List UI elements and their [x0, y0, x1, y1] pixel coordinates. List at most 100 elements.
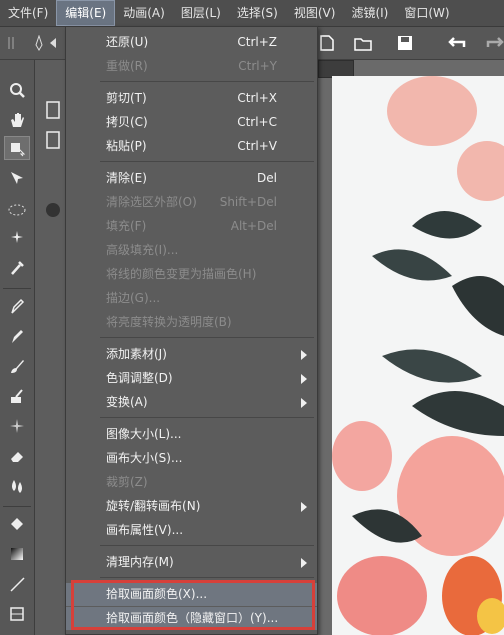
menu-item-label: 色调调整(D) — [106, 371, 173, 385]
menu-item-label: 清理内存(M) — [106, 555, 174, 569]
pen-icon[interactable] — [4, 294, 30, 318]
airbrush-icon[interactable] — [4, 384, 30, 408]
menu-item-label: 图像大小(L)... — [106, 427, 182, 441]
undo-icon[interactable] — [446, 32, 468, 54]
edit-menu-item[interactable]: 拾取画面颜色(X)... — [66, 583, 317, 606]
edit-menu-item[interactable]: 还原(U) Ctrl+Z — [66, 31, 317, 54]
eyedropper-icon[interactable] — [4, 256, 30, 280]
edit-menu-item: 裁剪(Z) — [66, 471, 317, 494]
zoom-icon[interactable] — [4, 78, 30, 102]
marker-icon[interactable] — [4, 324, 30, 348]
color-circle-icon[interactable] — [45, 200, 61, 220]
sub-tool-icon[interactable] — [45, 100, 61, 120]
menu-item-label: 裁剪(Z) — [106, 475, 148, 489]
menu-animation[interactable]: 动画(A) — [115, 0, 173, 26]
edit-menu-item: 高级填充(I)... — [66, 239, 317, 262]
menu-item-shortcut: Del — [257, 171, 277, 185]
hand-icon[interactable] — [4, 108, 30, 132]
edit-menu-item: 填充(F) Alt+Del — [66, 215, 317, 238]
edit-menu-item[interactable]: 旋转/翻转画布(N) — [66, 495, 317, 518]
submenu-arrow-icon — [301, 398, 307, 408]
blend-icon[interactable] — [4, 474, 30, 498]
save-icon[interactable] — [394, 32, 416, 54]
edit-menu-item[interactable]: 图像大小(L)... — [66, 423, 317, 446]
edit-menu-item[interactable]: 粘贴(P) Ctrl+V — [66, 135, 317, 158]
menu-separator — [100, 417, 314, 418]
menu-item-shortcut: Alt+Del — [230, 219, 277, 233]
edit-menu-item: 将亮度转换为透明度(B) — [66, 311, 317, 334]
menu-item-label: 还原(U) — [106, 35, 149, 49]
menu-view[interactable]: 视图(V) — [286, 0, 344, 26]
canvas[interactable] — [332, 76, 504, 635]
edit-menu-item: 描边(G)... — [66, 287, 317, 310]
submenu-arrow-icon — [301, 558, 307, 568]
magic-wand-icon[interactable] — [4, 226, 30, 250]
gradient-icon[interactable] — [4, 542, 30, 566]
edit-menu-dropdown: 还原(U) Ctrl+Z 重做(R) Ctrl+Y 剪切(T) Ctrl+X 拷贝(C) Ct… — [65, 26, 318, 635]
tool-panel — [0, 60, 35, 635]
frame-icon[interactable] — [4, 602, 30, 626]
menu-item-label: 画布属性(V)... — [106, 523, 184, 537]
decoration-icon[interactable] — [4, 414, 30, 438]
edit-menu-item: 将线的颜色变更为描画色(H) — [66, 263, 317, 286]
menu-item-shortcut: Ctrl+X — [237, 91, 277, 105]
menu-item-label: 填充(F) — [106, 219, 147, 233]
menu-item-shortcut: Ctrl+Y — [238, 59, 277, 73]
menu-item-shortcut: Shift+Del — [219, 195, 277, 209]
new-file-icon[interactable] — [316, 32, 338, 54]
edit-menu-item[interactable]: 拾取画面颜色（隐藏窗口）(Y)... — [66, 607, 317, 630]
edit-menu-item[interactable]: 添加素材(J) — [66, 343, 317, 366]
submenu-arrow-icon — [301, 350, 307, 360]
edit-menu-item: 清除选区外部(O) Shift+Del — [66, 191, 317, 214]
brush-icon[interactable] — [4, 354, 30, 378]
edit-menu-item: 重做(R) Ctrl+Y — [66, 55, 317, 78]
redo-icon[interactable] — [484, 32, 504, 54]
edit-menu-item[interactable]: 变换(A) — [66, 391, 317, 414]
menu-item-label: 高级填充(I)... — [106, 243, 179, 257]
sparkle-move-icon[interactable] — [4, 166, 30, 190]
menu-edit[interactable]: 编辑(E) — [56, 0, 116, 26]
menu-window[interactable]: 窗口(W) — [396, 0, 457, 26]
menu-item-label: 添加素材(J) — [106, 347, 167, 361]
edit-menu-item[interactable]: 清除(E) Del — [66, 167, 317, 190]
edit-menu-item[interactable]: 画布属性(V)... — [66, 519, 317, 542]
menu-item-label: 剪切(T) — [106, 91, 147, 105]
menu-separator — [100, 545, 314, 546]
menu-item-label: 清除(E) — [106, 171, 147, 185]
edit-menu-item[interactable]: 色调调整(D) — [66, 367, 317, 390]
menu-separator — [100, 337, 314, 338]
menu-file[interactable]: 文件(F) — [0, 0, 56, 26]
edit-menu-item[interactable]: 画布大小(S)... — [66, 447, 317, 470]
menu-item-shortcut: Ctrl+C — [237, 115, 277, 129]
menu-item-shortcut: Ctrl+V — [237, 139, 277, 153]
grip-icon — [2, 32, 24, 54]
menu-item-label: 拾取画面颜色(X)... — [106, 587, 208, 601]
menu-item-label: 描边(G)... — [106, 291, 161, 305]
line-icon[interactable] — [4, 572, 30, 596]
collapse-left-icon[interactable] — [42, 32, 64, 54]
menu-item-label: 重做(R) — [106, 59, 148, 73]
fill-icon[interactable] — [4, 512, 30, 536]
menu-separator — [100, 81, 314, 82]
menu-item-label: 拷贝(C) — [106, 115, 148, 129]
layer-move-icon[interactable] — [4, 136, 30, 160]
menu-item-label: 将线的颜色变更为描画色(H) — [106, 267, 257, 281]
edit-menu-item[interactable]: 剪切(T) Ctrl+X — [66, 87, 317, 110]
menu-item-shortcut: Ctrl+Z — [237, 35, 277, 49]
open-folder-icon[interactable] — [352, 32, 374, 54]
sub-tool-icon[interactable] — [45, 130, 61, 150]
submenu-arrow-icon — [301, 374, 307, 384]
edit-menu-item[interactable]: 清理内存(M) — [66, 551, 317, 574]
sub-tool-panel — [35, 60, 66, 635]
menu-select[interactable]: 选择(S) — [229, 0, 286, 26]
menu-item-label: 将亮度转换为透明度(B) — [106, 315, 232, 329]
menu-separator — [100, 161, 314, 162]
menu-bar: 文件(F) 编辑(E) 动画(A) 图层(L) 选择(S) 视图(V) 滤镜(I… — [0, 0, 504, 27]
edit-menu-item[interactable]: 拷贝(C) Ctrl+C — [66, 111, 317, 134]
menu-item-label: 画布大小(S)... — [106, 451, 183, 465]
ellipse-select-icon[interactable] — [4, 198, 30, 222]
menu-filter[interactable]: 滤镜(I) — [343, 0, 396, 26]
menu-layer[interactable]: 图层(L) — [173, 0, 229, 26]
menu-item-label: 变换(A) — [106, 395, 148, 409]
eraser-icon[interactable] — [4, 444, 30, 468]
